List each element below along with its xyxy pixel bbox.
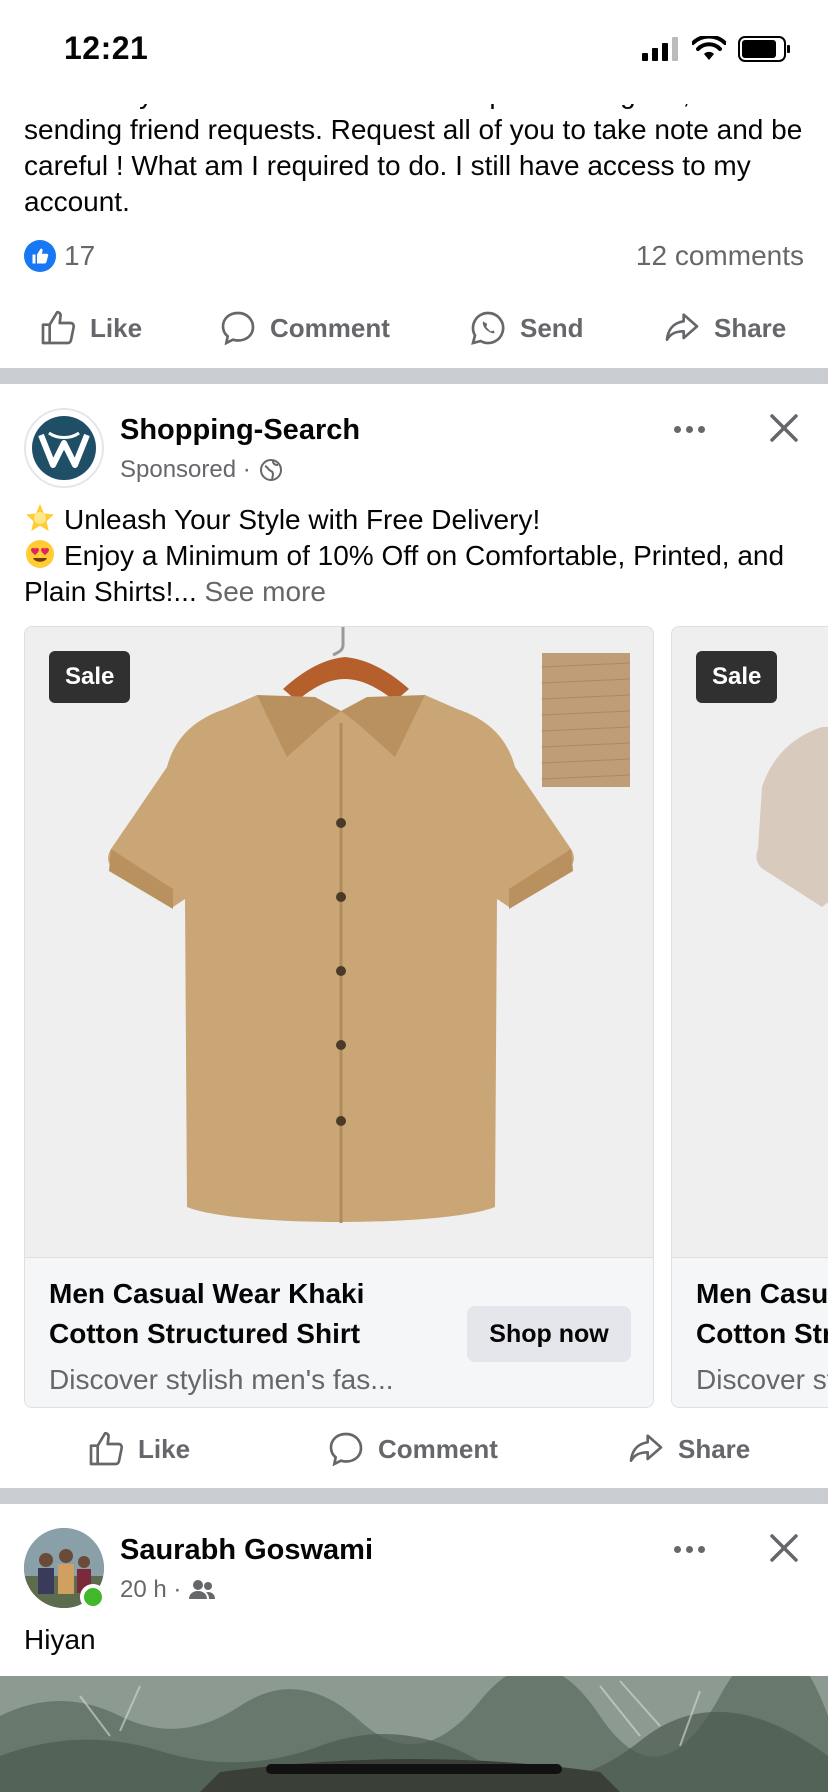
share-arrow-icon — [629, 1434, 663, 1462]
like-reaction-icon — [24, 240, 56, 272]
like-count: 17 — [64, 240, 96, 271]
whatsapp-icon — [471, 311, 505, 345]
star-emoji-icon — [26, 504, 54, 531]
product-card-footer[interactable]: Men Casual Wear Khaki Cotton Structured … — [25, 1257, 653, 1407]
khaki-shirt-image — [108, 627, 631, 1223]
ad-post-actions: Like Comment Share — [0, 1413, 828, 1485]
like-button[interactable]: Like — [38, 308, 142, 348]
product-image[interactable]: Sale — [672, 627, 828, 1257]
home-indicator[interactable] — [266, 1764, 562, 1774]
post-header: Saurabh Goswami 20 h · — [24, 1528, 804, 1610]
share-button[interactable]: Share — [626, 1429, 750, 1469]
post-impersonation: somebody has created an account imperson… — [0, 96, 828, 368]
battery-icon — [738, 36, 790, 62]
more-options-button[interactable] — [664, 1534, 714, 1564]
ad-text: Unleash Your Style with Free Delivery! E… — [24, 502, 814, 610]
page-name[interactable]: Shopping-Search — [120, 414, 360, 447]
friends-audience-icon — [189, 1580, 216, 1599]
post-time: 20 h · — [120, 1576, 182, 1603]
more-options-button[interactable] — [664, 414, 714, 444]
feed-divider — [0, 1488, 828, 1504]
shop-now-button[interactable]: Shop now — [467, 1306, 631, 1362]
product-description: Discover stylish men's fas... — [49, 1364, 394, 1395]
heart-eyes-emoji-icon — [26, 540, 54, 568]
product-title: Men Casual Wear Khaki Cotton Structured … — [696, 1278, 828, 1349]
page-avatar[interactable] — [24, 408, 104, 488]
close-icon[interactable] — [764, 408, 804, 448]
globe-icon — [259, 459, 282, 481]
author-name[interactable]: Saurabh Goswami — [120, 1534, 373, 1567]
product-carousel[interactable]: Sale Men Casual Wear Khaki Cotton Struct… — [24, 626, 828, 1408]
reaction-summary[interactable]: 17 12 comments — [24, 236, 804, 276]
see-more-link[interactable]: See more — [205, 576, 326, 607]
ad-post-header: Shopping-Search Sponsored · — [24, 408, 804, 488]
close-icon[interactable] — [764, 1528, 804, 1568]
product-card[interactable]: Sale Men Casual Wear Khaki Cotton Struct… — [671, 626, 828, 1408]
ad-line-1: Unleash Your Style with Free Delivery! — [64, 504, 541, 535]
online-status-badge — [80, 1584, 106, 1610]
product-description: Discover stylish men's fas... — [696, 1364, 828, 1395]
comment-button[interactable]: Comment — [218, 308, 390, 348]
post-image[interactable] — [0, 1676, 828, 1792]
sale-badge: Sale — [696, 651, 778, 703]
product-card[interactable]: Sale Men Casual Wear Khaki Cotton Struct… — [24, 626, 654, 1408]
share-button[interactable]: Share — [662, 308, 786, 348]
sale-badge: Sale — [49, 651, 131, 703]
sponsored-label: Sponsored · — [120, 456, 251, 483]
post-text: Hiyan — [24, 1624, 96, 1655]
product-image[interactable]: Sale — [25, 627, 653, 1257]
ad-line-2: Enjoy a Minimum of 10% Off on Comfortabl… — [24, 540, 785, 607]
comment-bubble-icon — [221, 311, 255, 346]
product-title: Men Casual Wear Khaki Cotton Structured … — [49, 1278, 365, 1349]
product-card-footer[interactable]: Men Casual Wear Khaki Cotton Structured … — [672, 1257, 828, 1407]
cellular-signal-icon — [642, 37, 678, 61]
status-time: 12:21 — [64, 30, 149, 66]
status-icons — [642, 36, 792, 62]
feed-divider — [0, 368, 828, 384]
comment-count[interactable]: 12 comments — [636, 240, 804, 272]
share-arrow-icon — [665, 313, 699, 341]
comment-bubble-icon — [329, 1432, 363, 1467]
beige-shirt-image — [756, 727, 828, 907]
post-text: somebody has created an account imperson… — [24, 96, 803, 217]
like-button[interactable]: Like — [86, 1429, 190, 1469]
post-actions: Like Comment Send Share — [0, 292, 828, 364]
thumbs-up-icon — [89, 1431, 124, 1466]
comment-button[interactable]: Comment — [326, 1429, 498, 1469]
send-button[interactable]: Send — [468, 308, 584, 348]
trees-photo — [0, 1676, 828, 1792]
wifi-icon — [692, 36, 726, 60]
shopping-search-logo-icon — [32, 416, 96, 480]
thumbs-up-icon — [41, 310, 76, 345]
status-bar: 12:21 — [0, 0, 828, 96]
